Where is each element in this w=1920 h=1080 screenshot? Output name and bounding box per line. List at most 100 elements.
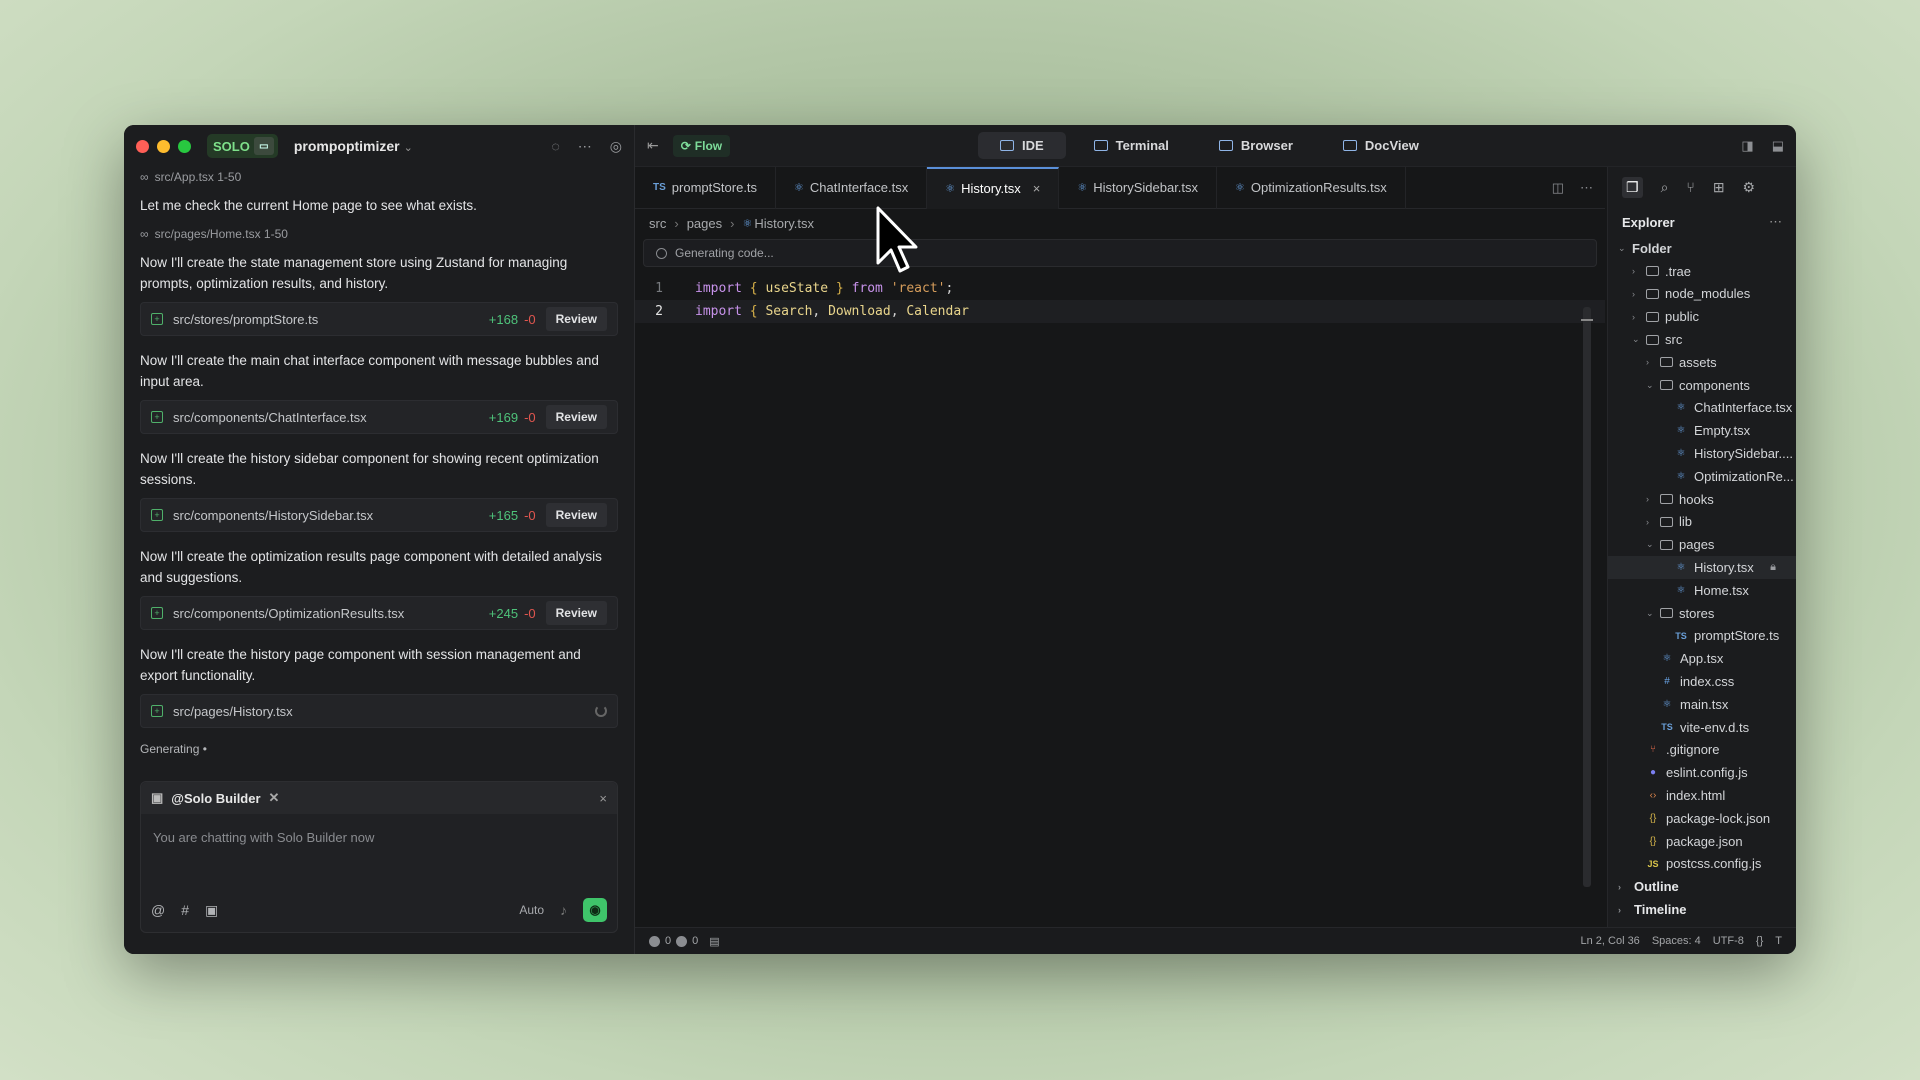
toggle-panel-icon[interactable]: ◨: [1741, 138, 1753, 154]
mic-icon[interactable]: ♪: [560, 902, 567, 918]
review-button[interactable]: Review: [545, 307, 607, 331]
folder-open-icon: [1660, 539, 1673, 550]
search-icon[interactable]: ⌕: [1661, 179, 1669, 196]
more-icon[interactable]: ⋯: [1769, 214, 1782, 230]
editor-tab[interactable]: TS promptStore.ts: [635, 166, 777, 209]
tree-file[interactable]: ⚛ History.tsx 🔒︎: [1608, 556, 1796, 579]
new-chat-icon[interactable]: ◌: [551, 138, 559, 155]
encoding[interactable]: UTF-8: [1713, 935, 1744, 947]
tree-folder[interactable]: › .trae: [1608, 260, 1796, 283]
split-editor-icon[interactable]: ◫: [1552, 180, 1564, 196]
section-outline[interactable]: › Outline: [1608, 875, 1796, 898]
mention-icon[interactable]: @: [151, 902, 165, 918]
react-file-icon: ⚛: [1676, 470, 1686, 482]
review-button[interactable]: Review: [545, 405, 607, 429]
maximize-window-button[interactable]: [178, 139, 191, 153]
tree-file[interactable]: JS postcss.config.js: [1608, 853, 1796, 876]
breadcrumb-separator-icon: ›: [674, 215, 679, 231]
tree-file[interactable]: ⚛ main.tsx: [1608, 693, 1796, 716]
tree-file[interactable]: ⚛ App.tsx: [1608, 647, 1796, 670]
toggle-bottom-panel-icon[interactable]: ⬓: [1772, 138, 1784, 154]
review-button[interactable]: Review: [545, 601, 607, 625]
chevron-down-icon: ⌄: [403, 142, 413, 154]
generating-text: Generating code...: [675, 246, 774, 260]
breadcrumb-item[interactable]: src: [649, 216, 666, 231]
more-icon[interactable]: ⋯: [578, 138, 592, 155]
account-icon[interactable]: ◎: [610, 138, 622, 155]
mode-tab-ide[interactable]: IDE: [978, 132, 1066, 159]
file-change-card[interactable]: + src/stores/promptStore.ts +168 -0 Review: [140, 302, 618, 336]
minimize-window-button[interactable]: [157, 139, 170, 153]
tree-folder[interactable]: ⌄ components: [1608, 374, 1796, 397]
generating-indicator: Generating •: [140, 742, 207, 756]
editor-tab[interactable]: ⚛ ChatInterface.tsx: [776, 166, 928, 209]
close-window-button[interactable]: [136, 139, 149, 153]
tree-file[interactable]: ⚛ HistorySidebar....: [1608, 442, 1796, 465]
files-icon[interactable]: ❐: [1622, 176, 1643, 198]
editor-tab[interactable]: ⚛ History.tsx ×: [927, 166, 1060, 209]
chat-input[interactable]: You are chatting with Solo Builder now: [141, 814, 617, 861]
tree-folder[interactable]: ⌄ src: [1608, 328, 1796, 351]
flow-button[interactable]: ⟳ Flow: [672, 134, 731, 157]
review-button[interactable]: Review: [545, 503, 607, 527]
tree-folder[interactable]: › hooks: [1608, 488, 1796, 511]
indentation[interactable]: Spaces: 4: [1652, 935, 1701, 947]
status-extra[interactable]: T: [1775, 935, 1782, 947]
image-icon[interactable]: ▣: [205, 902, 218, 919]
editor-tab[interactable]: ⚛ OptimizationResults.tsx: [1217, 166, 1406, 209]
file-change-card[interactable]: + src/components/HistorySidebar.tsx +165 -0…: [140, 498, 618, 532]
source-control-icon[interactable]: ⑂: [1686, 179, 1694, 195]
tree-file[interactable]: {} package.json: [1608, 830, 1796, 853]
breadcrumb-item[interactable]: History.tsx: [754, 216, 814, 231]
more-icon[interactable]: ⋯: [1580, 180, 1593, 196]
tree-folder[interactable]: › assets: [1608, 351, 1796, 374]
file-reference[interactable]: ∞ src/App.tsx 1-50: [140, 167, 618, 187]
language-mode[interactable]: {}: [1756, 935, 1763, 947]
file-change-card[interactable]: + src/pages/History.tsx: [140, 694, 618, 728]
project-selector[interactable]: prompoptimizer ⌄: [294, 138, 413, 154]
tree-file[interactable]: {} package-lock.json: [1608, 807, 1796, 830]
file-reference[interactable]: ∞ src/pages/Home.tsx 1-50: [140, 224, 618, 244]
assistant-message: Now I'll create the state management sto…: [140, 255, 568, 291]
tree-folder[interactable]: ⌄ stores: [1608, 602, 1796, 625]
solo-mode-badge[interactable]: SOLO ▭: [207, 134, 278, 158]
cursor-position[interactable]: Ln 2, Col 36: [1580, 935, 1639, 947]
tree-folder[interactable]: › lib: [1608, 511, 1796, 534]
problems-indicator[interactable]: 0 0 ▤: [649, 935, 720, 948]
builder-title: @Solo Builder: [171, 790, 261, 806]
tree-file[interactable]: ● eslint.config.js: [1608, 761, 1796, 784]
hash-icon[interactable]: #: [181, 902, 189, 918]
tree-file[interactable]: # index.css: [1608, 670, 1796, 693]
tree-folder[interactable]: › node_modules: [1608, 283, 1796, 306]
close-tab-icon[interactable]: ×: [1033, 181, 1041, 196]
mode-tab-terminal[interactable]: Terminal: [1072, 132, 1191, 159]
extensions-icon[interactable]: ⊞: [1713, 179, 1725, 196]
debug-icon[interactable]: ⚙: [1743, 179, 1756, 196]
file-change-card[interactable]: + src/components/OptimizationResults.tsx +…: [140, 596, 618, 630]
ide-icon: [1000, 140, 1014, 151]
tree-file[interactable]: TS promptStore.ts: [1608, 625, 1796, 648]
tree-file[interactable]: ⚛ Empty.tsx: [1608, 419, 1796, 442]
tree-file[interactable]: ⚛ OptimizationRe...: [1608, 465, 1796, 488]
tree-item-label: HistorySidebar....: [1694, 446, 1793, 462]
editor-scrollbar[interactable]: [1581, 307, 1593, 887]
tree-file[interactable]: ⚛ Home.tsx: [1608, 579, 1796, 602]
tree-file[interactable]: ⑂ .gitignore: [1608, 739, 1796, 762]
tree-folder[interactable]: ⌄ Folder: [1608, 237, 1796, 260]
file-change-card[interactable]: + src/components/ChatInterface.tsx +169 -0 R…: [140, 400, 618, 434]
model-mode-select[interactable]: Auto: [519, 903, 544, 917]
editor-tab[interactable]: ⚛ HistorySidebar.tsx: [1059, 166, 1218, 209]
section-timeline[interactable]: › Timeline: [1608, 898, 1796, 921]
mode-tab-docview[interactable]: DocView: [1321, 132, 1441, 159]
tree-file[interactable]: ‹› index.html: [1608, 784, 1796, 807]
tree-file[interactable]: ⚛ ChatInterface.tsx: [1608, 397, 1796, 420]
tree-folder[interactable]: ⌄ pages: [1608, 533, 1796, 556]
breadcrumb-item[interactable]: pages: [687, 216, 722, 231]
tree-file[interactable]: TS vite-env.d.ts: [1608, 716, 1796, 739]
mode-tab-browser[interactable]: Browser: [1197, 132, 1315, 159]
tree-folder[interactable]: › public: [1608, 305, 1796, 328]
collapse-sidebar-icon[interactable]: ⇤: [647, 137, 659, 154]
code-area[interactable]: 1 import { useState } from 'react'; 2 impor…: [635, 277, 1605, 323]
close-icon[interactable]: ×: [599, 791, 607, 806]
send-button[interactable]: ◉: [583, 898, 607, 922]
